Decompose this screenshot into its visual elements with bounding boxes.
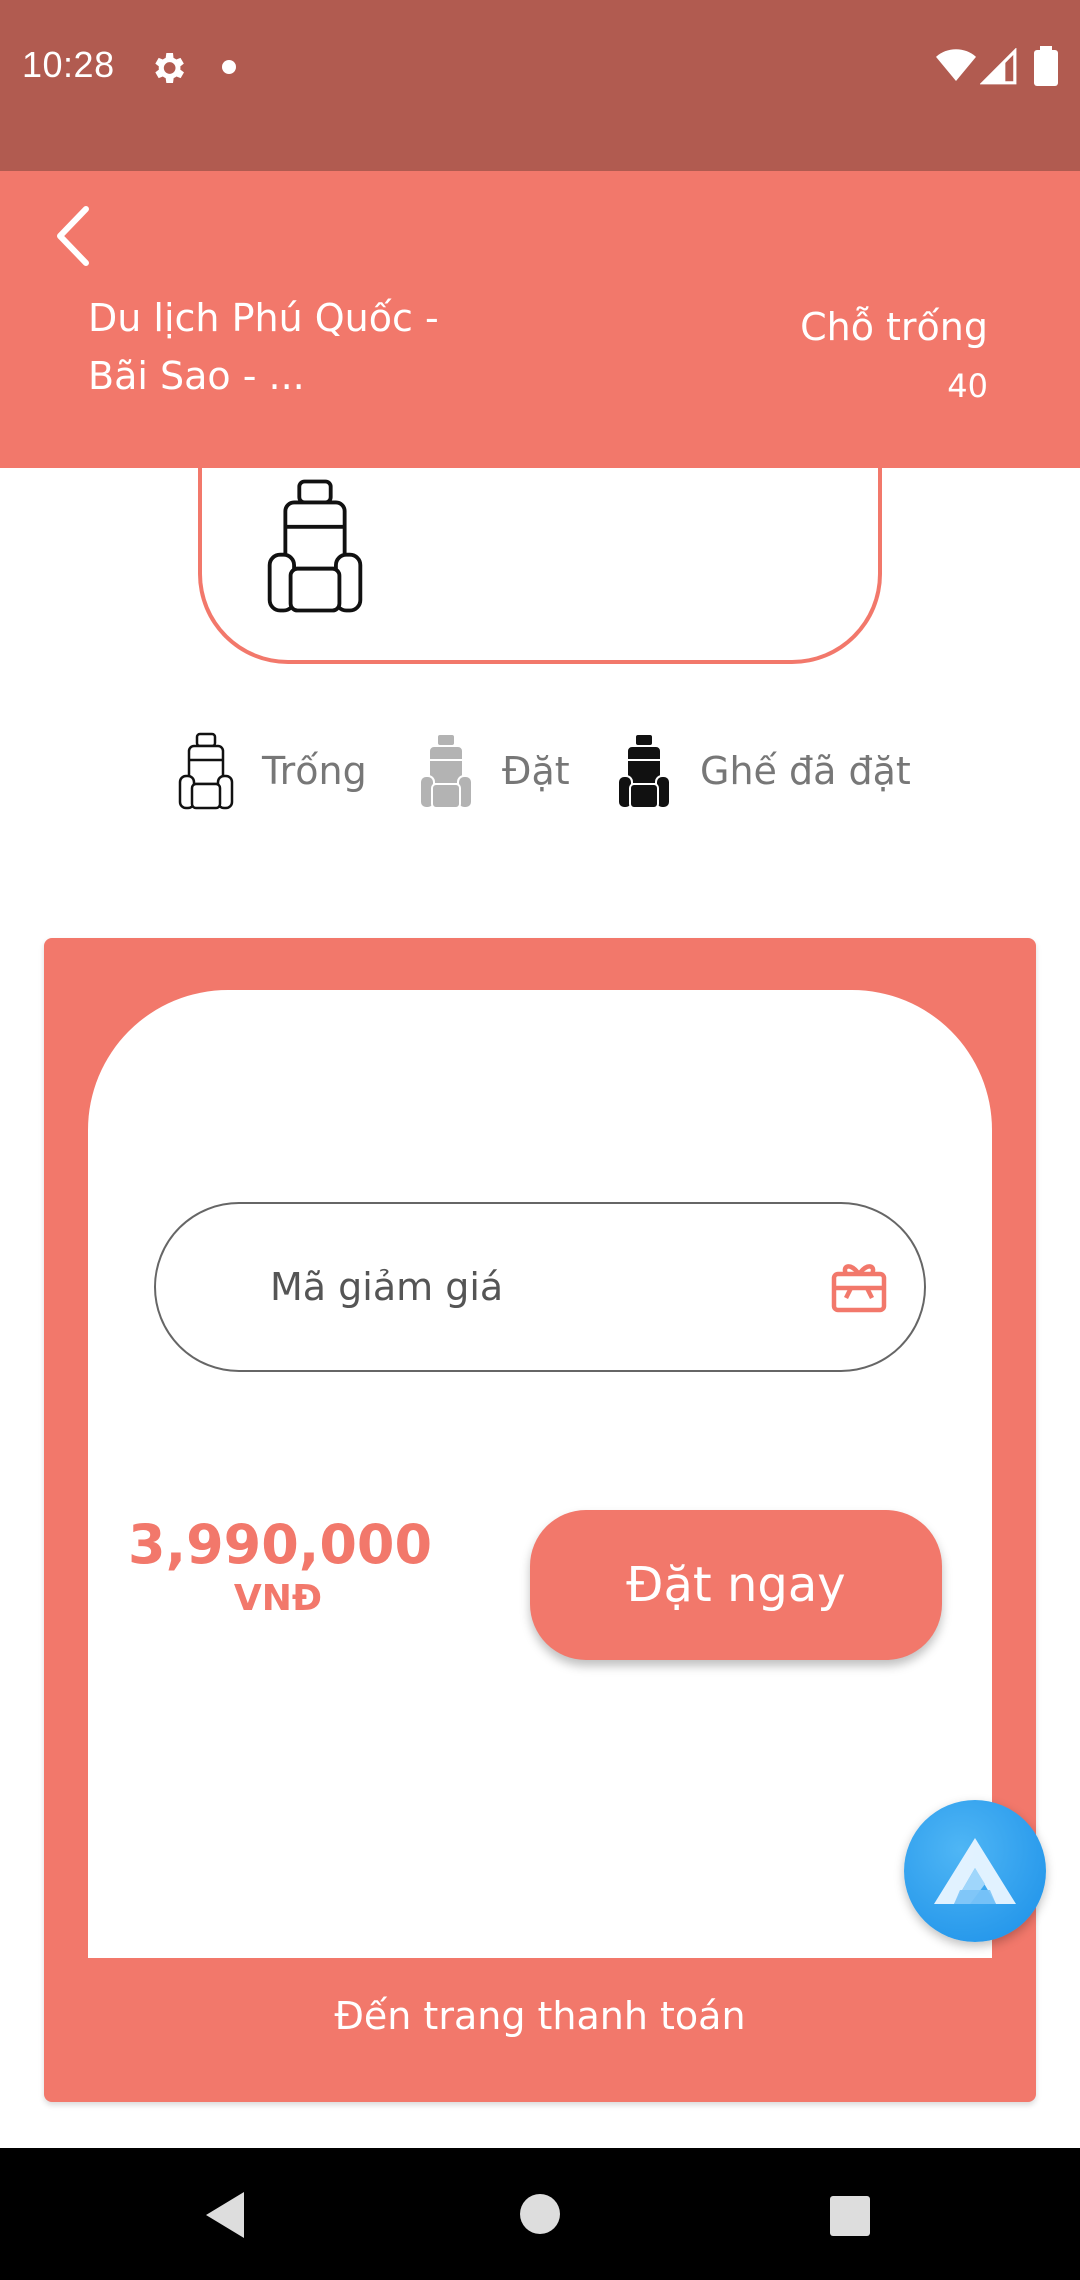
- seat-outline-icon[interactable]: [262, 478, 368, 614]
- available-seats-label: Chỗ trống: [800, 305, 988, 349]
- seat-legend: Trống Đặt Ghế đã đặt: [0, 726, 1080, 816]
- seat-grey-icon: [419, 733, 473, 809]
- gear-icon: [155, 53, 184, 83]
- price-value: 3,990,000: [128, 1513, 433, 1576]
- tour-title: Du lịch Phú Quốc - Bãi Sao - ...: [88, 296, 439, 398]
- wifi-icon: [936, 49, 976, 81]
- notification-dot-icon: [222, 60, 236, 74]
- nav-back-icon[interactable]: [204, 2190, 248, 2240]
- status-bar: 10:28: [0, 0, 1080, 171]
- legend-item-selected: Đặt: [416, 726, 570, 816]
- nav-recent-icon[interactable]: [830, 2196, 870, 2236]
- assistant-logo-icon: [934, 1838, 1016, 1904]
- coupon-input[interactable]: Mã giảm giá: [154, 1202, 926, 1372]
- seat-black-icon: [617, 733, 671, 809]
- floating-app-button[interactable]: [904, 1800, 1046, 1942]
- legend-item-empty: Trống: [176, 726, 367, 816]
- legend-label: Trống: [262, 749, 367, 793]
- legend-item-booked: Ghế đã đặt: [614, 726, 911, 816]
- system-nav-bar: [0, 2148, 1080, 2280]
- back-chevron-icon[interactable]: [48, 201, 104, 271]
- book-now-button[interactable]: Đặt ngay: [530, 1510, 942, 1660]
- booking-card: Mã giảm giá 3,990,000 VNĐ Đặt ngay Đến t…: [44, 938, 1036, 2102]
- gift-card-icon[interactable]: [830, 1258, 888, 1314]
- legend-label: Ghế đã đặt: [700, 749, 911, 793]
- battery-icon: [1034, 46, 1058, 86]
- checkout-link[interactable]: Đến trang thanh toán: [44, 1994, 1036, 2038]
- seat-outline-icon: [178, 732, 234, 810]
- price-display: 3,990,000 VNĐ: [128, 1513, 433, 1622]
- price-currency: VNĐ: [233, 1578, 323, 1619]
- status-time: 10:28: [22, 44, 115, 85]
- signal-icon: [980, 48, 1017, 85]
- available-seats-count: 40: [947, 367, 988, 405]
- legend-label: Đặt: [502, 749, 570, 793]
- booking-panel: Mã giảm giá 3,990,000 VNĐ Đặt ngay: [88, 990, 992, 1958]
- nav-home-icon[interactable]: [520, 2194, 560, 2234]
- coupon-placeholder: Mã giảm giá: [270, 1265, 504, 1309]
